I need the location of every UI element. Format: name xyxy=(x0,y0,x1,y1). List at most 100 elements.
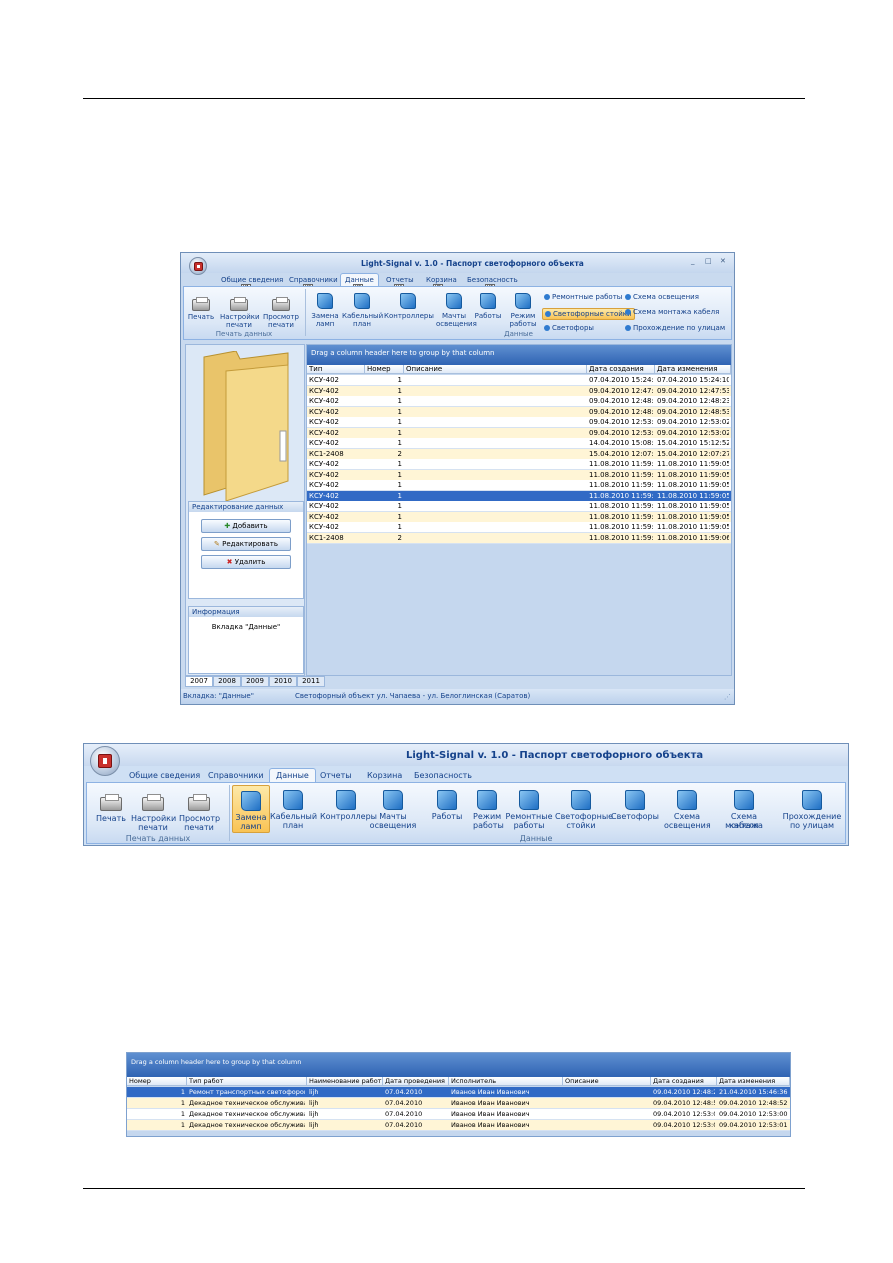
data-button-2[interactable]: Контроллеры xyxy=(384,289,434,329)
list-link-1[interactable]: Светофорные стойки xyxy=(542,308,635,320)
data-button-4[interactable]: Работы xyxy=(474,289,502,329)
list-link-4[interactable]: Схема монтажа кабеля xyxy=(625,308,719,316)
print-settings-button[interactable]: Настройки печати xyxy=(220,289,260,329)
column-header[interactable]: Дата изменения xyxy=(717,1077,790,1086)
book-icon xyxy=(383,790,403,810)
data-button-label-1: Светофоры xyxy=(611,812,659,821)
tab-reports[interactable]: Отчеты xyxy=(386,276,414,284)
tab-trash[interactable]: Корзина xyxy=(426,276,457,284)
table-row[interactable]: КС1-2408 2 15.04.2010 12:07:24 15.04.2010 1… xyxy=(307,448,731,460)
column-header[interactable]: Номер xyxy=(365,365,404,374)
data-button-8[interactable]: Светофоры xyxy=(610,785,660,831)
table-row[interactable]: КСУ-402 1 09.04.2010 12:47:53 09.04.2010 12… xyxy=(307,385,731,397)
data-button-0[interactable]: Замена ламп xyxy=(232,785,270,833)
tab-0[interactable]: Общие сведения xyxy=(129,771,200,780)
app-logo-icon[interactable] xyxy=(189,257,207,275)
data-button-2[interactable]: Контроллеры xyxy=(320,785,377,831)
data-button-0[interactable]: Замена ламп xyxy=(310,289,340,329)
data-button-1[interactable]: Кабельный план xyxy=(342,289,383,329)
list-link-0[interactable]: Ремонтные работы xyxy=(544,293,622,301)
table-row[interactable]: КСУ-402 1 09.04.2010 12:53:02 09.04.2010 12… xyxy=(307,417,731,428)
edit-data-group: Редактирование данных ✚ Добавить ✎ Редак… xyxy=(188,501,304,599)
data-button-10[interactable]: Схема монтажа кабеля xyxy=(714,785,774,831)
table-cell: 1 xyxy=(397,386,402,395)
column-header[interactable]: Тип xyxy=(307,365,365,374)
tab-2[interactable]: Данные xyxy=(269,768,316,782)
table-row[interactable]: КСУ-402 1 09.04.2010 12:48:53 09.04.2010 12… xyxy=(307,406,731,418)
group-by-panel[interactable]: Drag a column header here to group by th… xyxy=(307,345,731,365)
print-button-0[interactable]: Печать xyxy=(93,785,129,831)
book-icon xyxy=(446,293,462,309)
print-button[interactable]: Печать xyxy=(186,289,216,327)
column-header[interactable]: Дата проведения xyxy=(383,1077,449,1086)
data-button-5[interactable]: Режим работы xyxy=(508,289,538,329)
data-grid: Drag a column header here to group by th… xyxy=(306,344,732,676)
table-row[interactable]: 1 Декадное техническое обслуживание lijh 07… xyxy=(127,1098,790,1109)
table-row[interactable]: КСУ-402 1 09.04.2010 12:53:02 09.04.2010 12… xyxy=(307,427,731,439)
table-row[interactable]: КСУ-402 1 09.04.2010 12:48:23 09.04.2010 12… xyxy=(307,396,731,407)
table-row[interactable]: КСУ-402 1 11.08.2010 11:59:05 11.08.2010 11… xyxy=(307,522,731,533)
table-row[interactable]: КС1-2408 2 11.08.2010 11:59:06 11.08.2010 1… xyxy=(307,532,731,544)
data-button-6[interactable]: Ремонтные работы xyxy=(505,785,553,831)
resize-grip-icon[interactable]: ⋰ xyxy=(724,690,731,704)
column-header[interactable]: Тип работ xyxy=(187,1077,307,1086)
print-button-2[interactable]: Просмотр печати xyxy=(179,785,220,832)
table-cell: 11.08.2010 11:59:05 xyxy=(657,460,729,468)
tab-security[interactable]: Безопасность xyxy=(467,276,518,284)
year-tab-2011[interactable]: 2011 xyxy=(297,676,325,687)
column-header[interactable]: Описание xyxy=(563,1077,651,1086)
data-button-7[interactable]: Светофорные стойки xyxy=(555,785,613,831)
app-logo-icon[interactable] xyxy=(90,746,120,776)
table-row[interactable]: 1 Ремонт транспортных светофоров lijh 07.04… xyxy=(127,1087,790,1098)
data-button-5[interactable]: Режим работы xyxy=(473,785,504,831)
table-row[interactable]: КСУ-402 1 11.08.2010 11:59:05 11.08.2010 11… xyxy=(307,490,731,502)
column-header[interactable]: Дата создания xyxy=(651,1077,717,1086)
year-tab-2007[interactable]: 2007 xyxy=(185,676,213,687)
data-button-label-2: кабеля xyxy=(729,821,759,830)
table-row[interactable]: 1 Декадное техническое обслуживание lijh 07… xyxy=(127,1109,790,1120)
tab-references[interactable]: Справочники xyxy=(289,276,338,284)
year-tab-2010[interactable]: 2010 xyxy=(269,676,297,687)
group-by-panel-3[interactable]: Drag a column header here to group by th… xyxy=(127,1053,790,1077)
table-cell: 11.08.2010 11:59:05 xyxy=(589,470,653,479)
table-cell: 07.04.2010 15:24:10 xyxy=(657,376,729,384)
table-cell: 11.08.2010 11:59:05 xyxy=(589,502,653,510)
maximize-button[interactable]: □ xyxy=(705,257,712,265)
data-button-11[interactable]: Прохождение по улицам xyxy=(780,785,844,831)
data-button-9[interactable]: Схема освещения xyxy=(664,785,711,831)
data-button-3[interactable]: Мачты освещения xyxy=(369,785,417,831)
table-row[interactable]: КСУ-402 1 14.04.2010 15:08:27 15.04.2010 15… xyxy=(307,438,731,449)
data-button-3[interactable]: Мачты освещения xyxy=(436,289,477,329)
tab-1[interactable]: Справочники xyxy=(208,771,264,780)
print-button-1[interactable]: Настройки печати xyxy=(131,785,176,832)
add-button[interactable]: ✚ Добавить xyxy=(201,519,291,533)
table-row[interactable]: КСУ-402 1 11.08.2010 11:59:05 11.08.2010 11… xyxy=(307,511,731,523)
edit-button[interactable]: ✎ Редактировать xyxy=(201,537,291,551)
column-header[interactable]: Дата создания xyxy=(587,365,655,374)
table-row[interactable]: КСУ-402 1 11.08.2010 11:59:05 11.08.2010 11… xyxy=(307,480,731,491)
tab-4[interactable]: Корзина xyxy=(367,771,402,780)
column-header[interactable]: Наименование работ xyxy=(307,1077,383,1086)
minimize-button[interactable]: _ xyxy=(691,257,695,265)
print-preview-button[interactable]: Просмотр печати xyxy=(262,289,300,329)
year-tab-2009[interactable]: 2009 xyxy=(241,676,269,687)
table-row[interactable]: КСУ-402 1 11.08.2010 11:59:05 11.08.2010 11… xyxy=(307,501,731,512)
tab-3[interactable]: Отчеты xyxy=(320,771,352,780)
table-row[interactable]: КСУ-402 1 11.08.2010 11:59:05 11.08.2010 11… xyxy=(307,469,731,481)
list-link-label: Ремонтные работы xyxy=(552,293,623,301)
data-button-1[interactable]: Кабельный план xyxy=(270,785,317,831)
column-header[interactable]: Исполнитель xyxy=(449,1077,563,1086)
table-row[interactable]: КСУ-402 1 07.04.2010 15:24:10 07.04.2010 15… xyxy=(307,375,731,386)
table-row[interactable]: 1 Декадное техническое обслуживание lijh 07… xyxy=(127,1120,790,1131)
year-tab-2008[interactable]: 2008 xyxy=(213,676,241,687)
tab-5[interactable]: Безопасность xyxy=(414,771,472,780)
column-header[interactable]: Дата изменения xyxy=(655,365,731,374)
table-row[interactable]: КСУ-402 1 11.08.2010 11:59:05 11.08.2010 11… xyxy=(307,459,731,470)
delete-button[interactable]: ✖ Удалить xyxy=(201,555,291,569)
list-link-3[interactable]: Схема освещения xyxy=(625,293,699,301)
column-header[interactable]: Описание xyxy=(404,365,587,374)
close-button[interactable]: ✕ xyxy=(720,257,726,265)
column-header[interactable]: Номер светофора xyxy=(127,1077,187,1094)
tab-general[interactable]: Общие сведения xyxy=(221,276,283,284)
data-button-4[interactable]: Работы xyxy=(427,785,467,831)
